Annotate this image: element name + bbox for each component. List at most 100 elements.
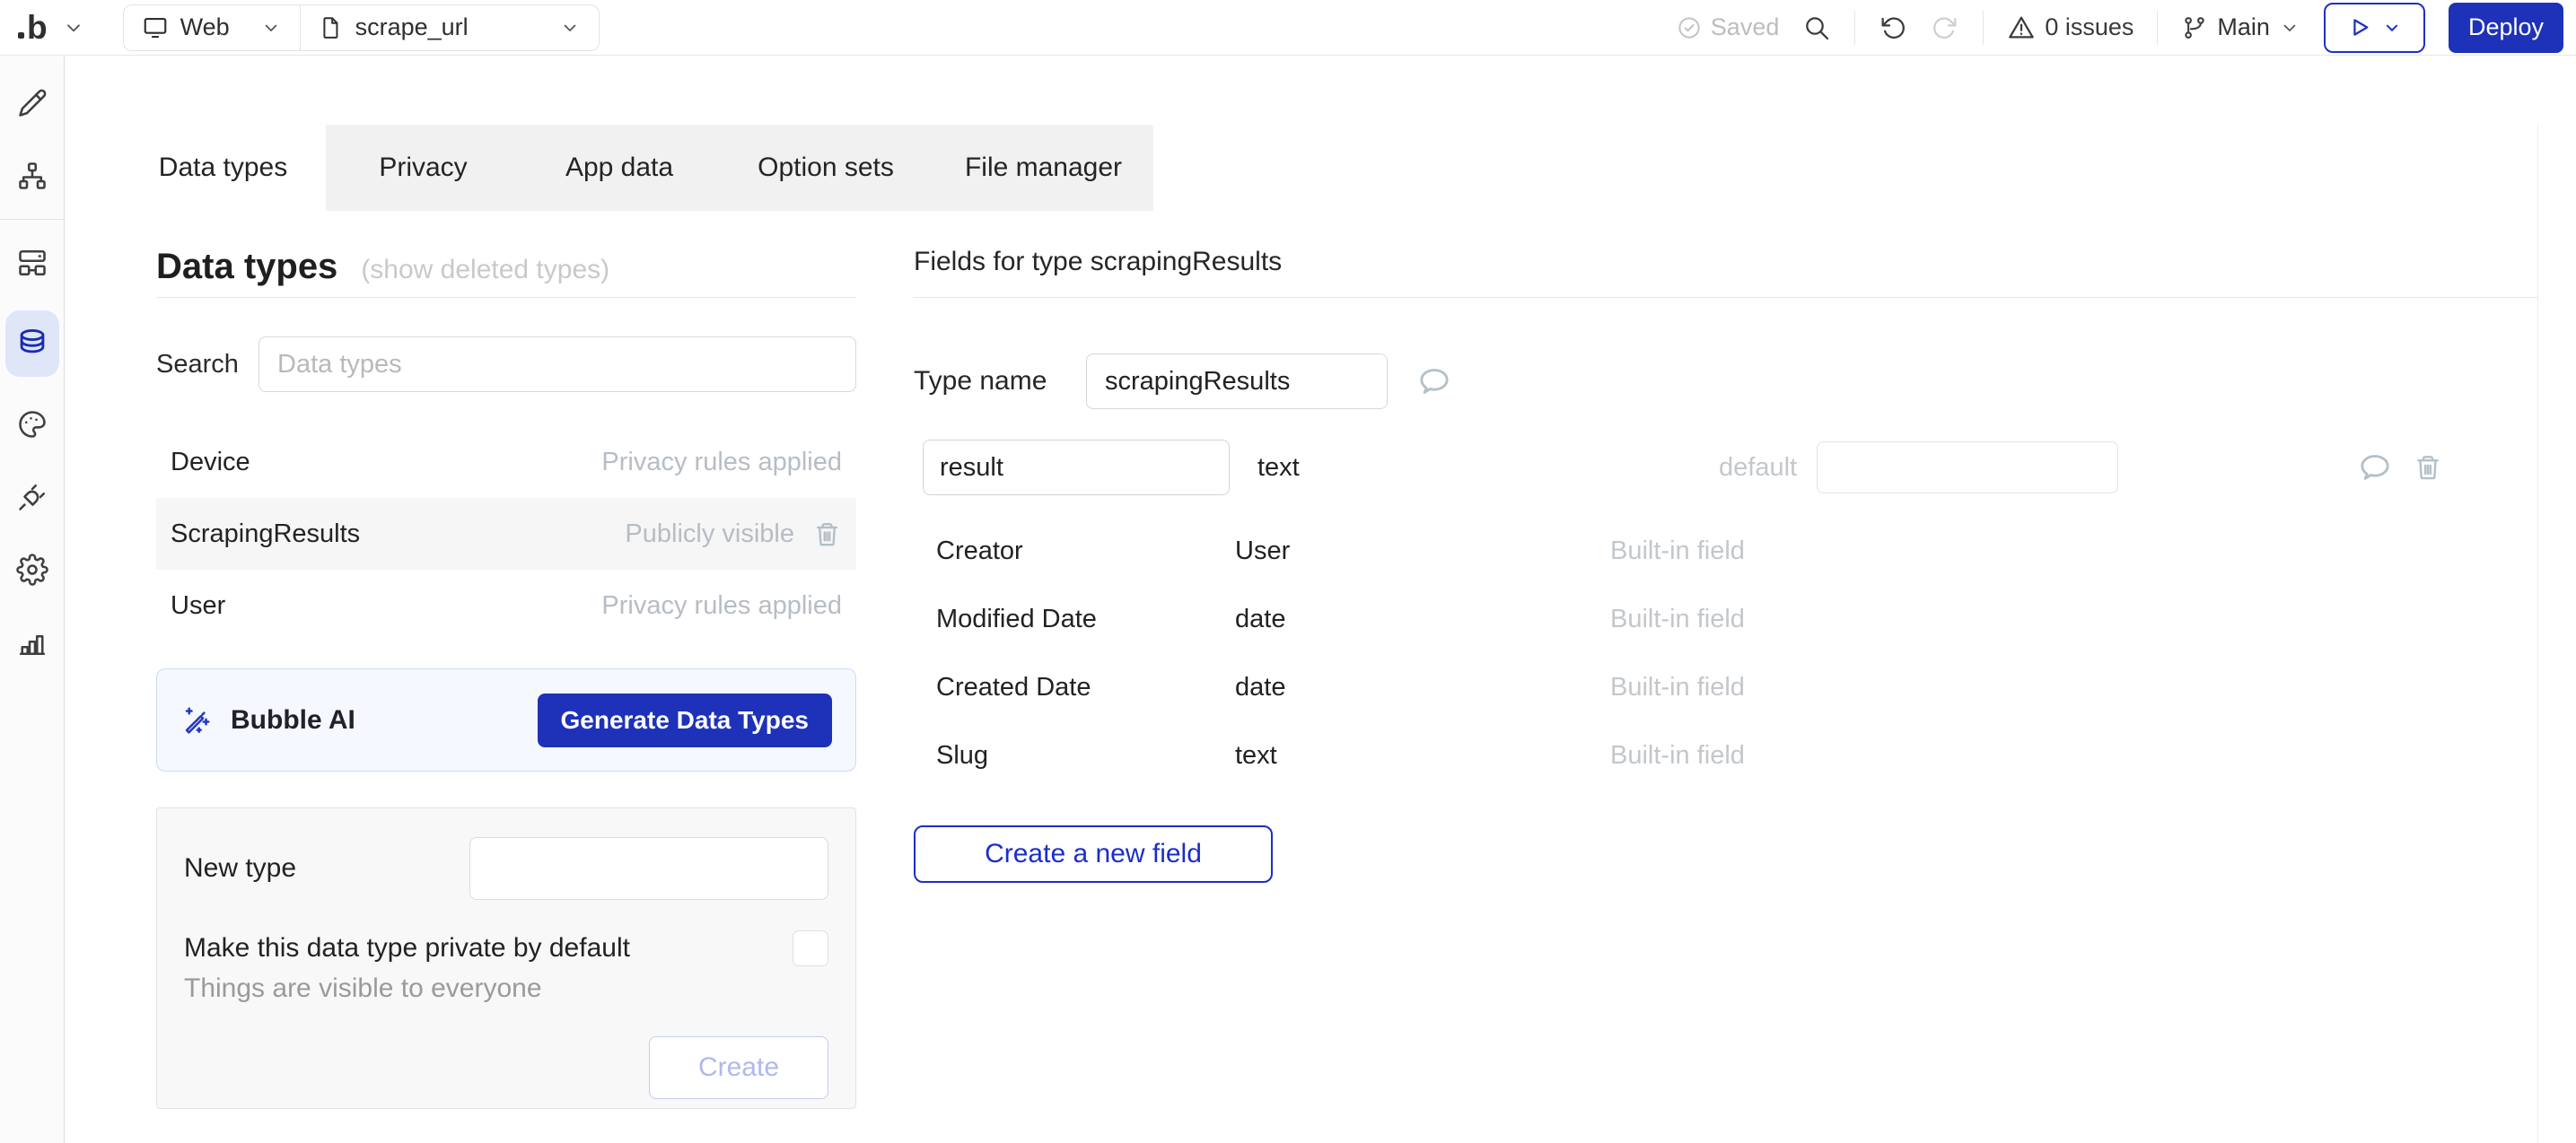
private-by-default-checkbox[interactable] [793,930,828,966]
field-type[interactable]: text [1257,453,1527,483]
sitemap-icon [16,160,48,192]
git-branch-icon [2181,14,2208,41]
fields-panel-title: Fields for type scrapingResults [914,247,1282,277]
bubble-ai-box: Bubble AI Generate Data Types [156,668,856,772]
chevron-down-icon [2279,17,2300,39]
type-row-device[interactable]: Device Privacy rules applied [156,426,856,498]
monitor-icon [142,14,169,41]
field-type: date [1235,673,1610,702]
type-name: ScrapingResults [171,519,360,549]
pencil-icon [16,87,48,119]
create-type-button[interactable]: Create [649,1036,828,1099]
field-name-input[interactable] [923,440,1230,495]
warning-icon [2007,13,2036,42]
sidebar-item-backend[interactable] [7,238,57,288]
field-name: Modified Date [914,605,1235,634]
file-icon [319,15,344,40]
palette-icon [16,408,48,441]
new-type-label: New type [184,853,296,884]
preview-button[interactable] [2324,3,2425,53]
sidebar-item-logs[interactable] [7,617,57,667]
sidebar-item-workflow[interactable] [7,151,57,201]
comment-icon[interactable] [1416,363,1452,399]
sidebar-item-data[interactable] [5,310,59,377]
builtin-note: Built-in field [1610,673,1745,702]
logo-dot [18,32,24,39]
deploy-button[interactable]: Deploy [2449,3,2563,53]
search-icon[interactable] [1802,13,1831,42]
tab-option-sets[interactable]: Option sets [718,125,933,211]
page-title: Data types [156,247,337,287]
chevron-down-icon [2382,18,2402,38]
page-dropdown[interactable]: scrape_url [301,5,599,50]
divider [914,297,2538,298]
field-type: User [1235,537,1610,566]
branch-selector[interactable]: Main [2181,13,2300,41]
field-row-result: text default [914,440,2538,495]
server-boxes-icon [16,247,48,279]
issues-label: 0 issues [2045,13,2134,41]
trash-icon[interactable] [812,519,842,549]
gear-icon [16,554,48,586]
tab-app-data[interactable]: App data [521,125,718,211]
save-status: Saved [1676,13,1780,41]
search-label: Search [156,350,258,380]
fields-list: text default Creator User Built-in field [914,440,2538,883]
field-default-input[interactable] [1817,441,2118,493]
field-row-modified-date: Modified Date date Built-in field [914,585,2538,653]
redo-icon[interactable] [1931,13,1959,42]
builtin-note: Built-in field [1610,537,1745,566]
show-deleted-types-link[interactable]: (show deleted types) [361,255,609,285]
divider [0,219,65,220]
bar-chart-icon [16,626,48,659]
sidebar-item-design[interactable] [7,78,57,128]
platform-label: Web [180,13,230,41]
generate-data-types-button[interactable]: Generate Data Types [538,694,833,747]
fields-panel: Fields for type scrapingResults Type nam… [914,211,2538,883]
type-status: Privacy rules applied [601,591,842,621]
database-icon [15,327,49,361]
field-name: Slug [914,741,1235,771]
trash-icon[interactable] [2413,452,2443,483]
type-name-input[interactable] [1086,353,1388,409]
new-type-box: New type Make this data type private by … [156,807,856,1109]
field-row-created-date: Created Date date Built-in field [914,653,2538,721]
builtin-note: Built-in field [1610,741,1745,771]
issues-indicator[interactable]: 0 issues [2007,13,2134,42]
chevron-down-icon [260,17,282,39]
bubble-ai-label: Bubble AI [231,705,355,736]
saved-label: Saved [1711,13,1780,41]
search-input[interactable] [258,336,856,392]
chevron-down-icon[interactable] [62,16,85,39]
play-icon [2347,15,2371,39]
type-row-scrapingresults[interactable]: ScrapingResults Publicly visible [156,498,856,570]
visibility-hint: Things are visible to everyone [184,973,828,1004]
sidebar-item-plugins[interactable] [7,472,57,522]
undo-icon[interactable] [1879,13,1907,42]
tab-file-manager[interactable]: File manager [933,125,1153,211]
divider [1854,11,1855,45]
plug-icon [16,481,48,513]
create-new-field-button[interactable]: Create a new field [914,825,1273,883]
tab-data-types[interactable]: Data types [120,125,326,211]
type-status: Publicly visible [625,519,794,549]
platform-dropdown[interactable]: Web [124,5,300,50]
logo-letter: b [27,11,48,44]
type-status: Privacy rules applied [601,448,842,477]
field-type: text [1235,741,1610,771]
field-name: Creator [914,537,1235,566]
sidebar-item-settings[interactable] [7,545,57,595]
tab-privacy[interactable]: Privacy [326,125,521,211]
new-type-input[interactable] [469,837,828,900]
sidebar-item-styles[interactable] [7,399,57,449]
bubble-logo[interactable]: b [18,11,48,44]
type-name: User [171,591,225,621]
comment-icon[interactable] [2357,449,2393,485]
check-circle-icon [1676,14,1703,41]
default-label: default [1719,453,1797,483]
field-row-slug: Slug text Built-in field [914,721,2538,790]
type-row-user[interactable]: User Privacy rules applied [156,570,856,641]
divider [1983,11,1984,45]
top-bar: b Web scrape_url [0,0,2576,56]
divider [2157,11,2158,45]
